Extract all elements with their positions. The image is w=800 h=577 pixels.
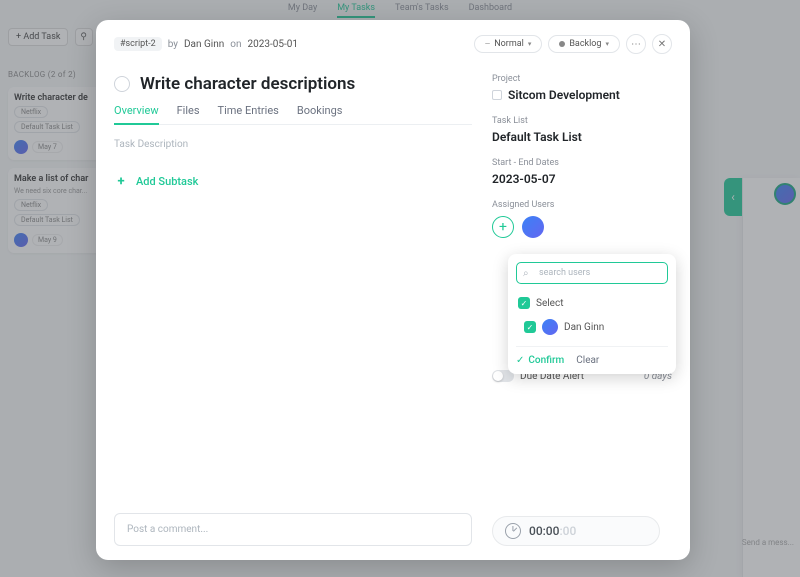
- tab-bookings[interactable]: Bookings: [297, 104, 343, 124]
- project-value[interactable]: Sitcom Development: [492, 88, 672, 102]
- task-ref-chip[interactable]: #script-2: [114, 37, 162, 51]
- dates-label: Start - End Dates: [492, 158, 672, 168]
- tab-overview[interactable]: Overview: [114, 104, 159, 125]
- more-button[interactable]: ⋯: [626, 34, 646, 54]
- add-user-button[interactable]: +: [492, 216, 514, 238]
- chevron-down-icon: ▾: [605, 40, 609, 48]
- task-list-label: Task List: [492, 116, 672, 126]
- tab-files[interactable]: Files: [177, 104, 200, 124]
- complete-toggle[interactable]: [114, 76, 130, 92]
- check-icon: ✓: [516, 355, 524, 366]
- checkbox-checked-icon: ✓: [524, 321, 536, 333]
- checkbox-checked-icon: ✓: [518, 297, 530, 309]
- confirm-button[interactable]: ✓Confirm: [516, 355, 564, 366]
- modal-main: Write character descriptions Overview Fi…: [114, 74, 472, 546]
- clear-button[interactable]: Clear: [576, 355, 599, 366]
- task-description-label[interactable]: Task Description: [114, 139, 472, 150]
- user-search-input[interactable]: ⌕ search users: [516, 262, 668, 284]
- user-avatar: [542, 319, 558, 335]
- task-title[interactable]: Write character descriptions: [140, 74, 355, 94]
- task-list-value[interactable]: Default Task List: [492, 130, 672, 144]
- created-date: 2023-05-01: [248, 39, 299, 50]
- assigned-label: Assigned Users: [492, 200, 672, 210]
- modal-tabs: Overview Files Time Entries Bookings: [114, 104, 472, 125]
- by-label: by: [168, 39, 178, 50]
- dash-icon: —: [485, 40, 490, 48]
- folder-icon: [492, 90, 502, 100]
- timer-button[interactable]: 00:00:00: [492, 516, 660, 546]
- close-button[interactable]: ✕: [652, 34, 672, 54]
- project-label: Project: [492, 74, 672, 84]
- modal-header: #script-2 by Dan Ginn on 2023-05-01 —Nor…: [114, 34, 672, 54]
- ellipsis-icon: ⋯: [631, 39, 641, 50]
- timer-main: 00:00: [529, 524, 559, 538]
- priority-dropdown[interactable]: —Normal▾: [474, 35, 543, 53]
- dates-value[interactable]: 2023-05-07: [492, 172, 672, 186]
- select-all-row[interactable]: ✓ Select: [516, 292, 668, 314]
- user-option[interactable]: ✓ Dan Ginn: [516, 314, 668, 340]
- clock-icon: [505, 523, 521, 539]
- assigned-avatar[interactable]: [522, 216, 544, 238]
- close-icon: ✕: [658, 39, 666, 50]
- search-icon: ⌕: [523, 268, 529, 279]
- timer-seconds: :00: [559, 524, 576, 538]
- add-subtask-button[interactable]: + Add Subtask: [114, 174, 472, 188]
- on-label: on: [230, 39, 241, 50]
- status-dropdown[interactable]: Backlog▾: [548, 35, 620, 53]
- task-modal: #script-2 by Dan Ginn on 2023-05-01 —Nor…: [96, 20, 690, 560]
- tab-time-entries[interactable]: Time Entries: [218, 104, 279, 124]
- user-picker-popover: ⌕ search users ✓ Select ✓ Dan Ginn ✓Conf…: [508, 254, 676, 374]
- plus-icon: +: [114, 174, 128, 188]
- author-name: Dan Ginn: [184, 39, 224, 50]
- status-dot-icon: [559, 41, 565, 47]
- chevron-down-icon: ▾: [528, 40, 532, 48]
- comment-input[interactable]: Post a comment...: [114, 513, 472, 546]
